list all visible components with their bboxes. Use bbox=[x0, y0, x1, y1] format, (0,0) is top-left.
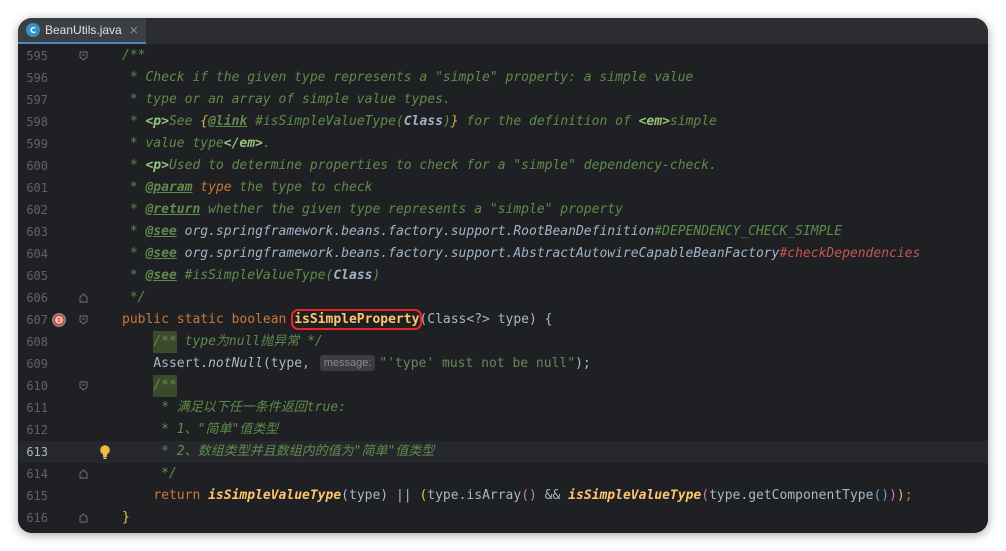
code-line: 614 */ bbox=[18, 463, 988, 485]
line-number: 606 bbox=[26, 291, 48, 305]
code-line: 597 * type or an array of simple value t… bbox=[18, 89, 988, 111]
code-line: 616 } bbox=[18, 507, 988, 529]
code-text: * <p>Used to determine properties to che… bbox=[122, 158, 717, 173]
code-line: 607 public static boolean isSimpleProper… bbox=[18, 309, 988, 331]
code-text: * 1、"简单"值类型 bbox=[122, 422, 279, 437]
code-text: */ bbox=[122, 466, 177, 481]
code-line: 600 * <p>Used to determine properties to… bbox=[18, 155, 988, 177]
code-text: * @see org.springframework.beans.factory… bbox=[122, 246, 921, 261]
code-text: * @see org.springframework.beans.factory… bbox=[122, 224, 843, 239]
fold-marker-icon[interactable] bbox=[79, 315, 88, 325]
code-text: return isSimpleValueType(type) || (type.… bbox=[153, 488, 913, 503]
line-number: 615 bbox=[26, 489, 48, 503]
code-line: 596 * Check if the given type represents… bbox=[18, 67, 988, 89]
fold-marker-icon[interactable] bbox=[79, 469, 88, 479]
code-text: * value type</em>. bbox=[122, 136, 271, 151]
code-line: 604 * @see org.springframework.beans.fac… bbox=[18, 243, 988, 265]
line-number: 616 bbox=[26, 511, 48, 525]
line-number: 596 bbox=[26, 71, 48, 85]
code-text: * @return whether the given type represe… bbox=[122, 202, 623, 217]
line-number: 597 bbox=[26, 93, 48, 107]
fold-marker-icon[interactable] bbox=[79, 293, 88, 303]
code-line: 595 /** bbox=[18, 45, 988, 67]
line-number: 610 bbox=[26, 379, 48, 393]
method-breakpoint-icon[interactable] bbox=[51, 312, 67, 328]
code-line: 610 /** bbox=[18, 375, 988, 397]
line-number: 608 bbox=[26, 335, 48, 349]
line-number: 607 bbox=[26, 313, 48, 327]
code-text: */ bbox=[122, 290, 146, 305]
code-line: 599 * value type</em>. bbox=[18, 133, 988, 155]
editor-tab-bar: C BeanUtils.java × bbox=[18, 18, 988, 45]
code-text: /** type为null抛异常 */ bbox=[122, 331, 323, 353]
code-line: 609 Assert.notNull(type, message: "'type'… bbox=[18, 353, 988, 375]
line-number: 613 bbox=[26, 445, 48, 459]
line-number: 614 bbox=[26, 467, 48, 481]
code-text: /** bbox=[122, 375, 177, 397]
parameter-hint: message: bbox=[319, 355, 376, 371]
code-text: * 2、数组类型并且数组内的值为"简单"值类型 bbox=[122, 444, 435, 459]
close-icon[interactable]: × bbox=[129, 23, 139, 37]
line-number: 604 bbox=[26, 247, 48, 261]
line-number: 598 bbox=[26, 115, 48, 129]
code-line-current: 613 * 2、数组类型并且数组内的值为"简单"值类型 bbox=[18, 441, 988, 463]
line-number: 609 bbox=[26, 357, 48, 371]
line-number: 602 bbox=[26, 203, 48, 217]
code-text: Assert.notNull(type, message: "'type' mus… bbox=[122, 355, 591, 371]
tab-file-name: BeanUtils.java bbox=[45, 23, 122, 37]
code-line: 605 * @see #isSimpleValueType(Class) bbox=[18, 265, 988, 287]
code-line: 598 * <p>See {@link #isSimpleValueType(C… bbox=[18, 111, 988, 133]
code-text: /** bbox=[122, 48, 146, 63]
line-number: 603 bbox=[26, 225, 48, 239]
line-number: 595 bbox=[26, 49, 48, 63]
lightbulb-icon[interactable] bbox=[99, 444, 111, 460]
line-number: 600 bbox=[26, 159, 48, 173]
code-text: * @see #isSimpleValueType(Class) bbox=[122, 268, 381, 283]
line-number: 601 bbox=[26, 181, 48, 195]
highlighted-method-name: isSimpleProperty bbox=[291, 309, 423, 330]
ide-window: C BeanUtils.java × 595 /** 596 * Check i… bbox=[18, 18, 988, 533]
line-number: 599 bbox=[26, 137, 48, 151]
code-editor[interactable]: 595 /** 596 * Check if the given type re… bbox=[18, 45, 988, 533]
code-text: * Check if the given type represents a "… bbox=[122, 70, 694, 85]
code-text: * <p>See {@link #isSimpleValueType(Class… bbox=[122, 114, 717, 129]
java-class-icon: C bbox=[26, 23, 40, 37]
code-line: 608 /** type为null抛异常 */ bbox=[18, 331, 988, 353]
fold-marker-icon[interactable] bbox=[79, 513, 88, 523]
code-text: public static boolean isSimpleProperty(C… bbox=[122, 309, 553, 330]
tab-beanutils-java[interactable]: C BeanUtils.java × bbox=[18, 18, 146, 44]
line-number: 605 bbox=[26, 269, 48, 283]
fold-marker-icon[interactable] bbox=[79, 51, 88, 61]
code-line: 602 * @return whether the given type rep… bbox=[18, 199, 988, 221]
code-text: } bbox=[122, 510, 130, 525]
code-line: 603 * @see org.springframework.beans.fac… bbox=[18, 221, 988, 243]
code-text: * 满足以下任一条件返回true: bbox=[122, 400, 346, 415]
code-line: 601 * @param type the type to check bbox=[18, 177, 988, 199]
fold-marker-icon[interactable] bbox=[79, 381, 88, 391]
line-number: 612 bbox=[26, 423, 48, 437]
code-text: * @param type the type to check bbox=[122, 180, 373, 195]
code-line: 615 return isSimpleValueType(type) || (t… bbox=[18, 485, 988, 507]
code-line: 611 * 满足以下任一条件返回true: bbox=[18, 397, 988, 419]
code-text: * type or an array of simple value types… bbox=[122, 92, 451, 107]
line-number: 611 bbox=[26, 401, 48, 415]
code-line: 606 */ bbox=[18, 287, 988, 309]
code-line: 612 * 1、"简单"值类型 bbox=[18, 419, 988, 441]
